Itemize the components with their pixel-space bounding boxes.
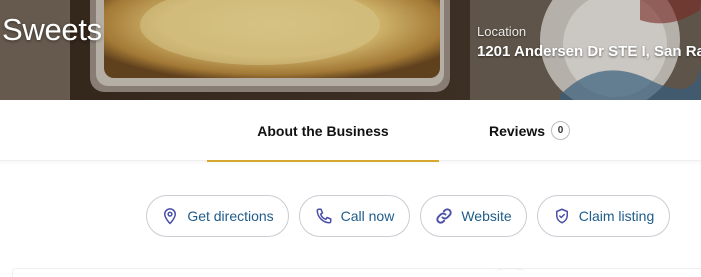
tab-bar: About the Business Reviews 0 xyxy=(0,100,701,162)
business-name: Sweets xyxy=(2,12,102,47)
website-button[interactable]: Website xyxy=(420,195,527,237)
tab-about-business[interactable]: About the Business xyxy=(207,100,439,162)
claim-listing-button[interactable]: Claim listing xyxy=(537,195,670,237)
reviews-count-badge: 0 xyxy=(551,121,571,140)
tab-reviews[interactable]: Reviews 0 xyxy=(470,100,600,161)
website-label: Website xyxy=(461,208,512,224)
link-icon xyxy=(435,207,453,225)
hero-banner: Sweets Location 1201 Andersen Dr STE I, … xyxy=(0,0,701,100)
tab-about-label: About the Business xyxy=(257,122,389,139)
card-divider-notch xyxy=(494,268,526,277)
call-now-label: Call now xyxy=(340,208,395,224)
get-directions-button[interactable]: Get directions xyxy=(146,195,289,237)
shield-check-icon xyxy=(553,207,571,225)
location-pin-icon xyxy=(161,207,179,225)
location-address: 1201 Andersen Dr STE I, San Ra xyxy=(477,43,701,60)
tab-reviews-label: Reviews xyxy=(489,122,546,139)
phone-icon xyxy=(315,207,333,225)
get-directions-label: Get directions xyxy=(187,208,274,224)
claim-listing-label: Claim listing xyxy=(578,208,655,224)
call-now-button[interactable]: Call now xyxy=(299,195,410,237)
content-card xyxy=(12,268,701,277)
location-label: Location xyxy=(477,24,527,39)
